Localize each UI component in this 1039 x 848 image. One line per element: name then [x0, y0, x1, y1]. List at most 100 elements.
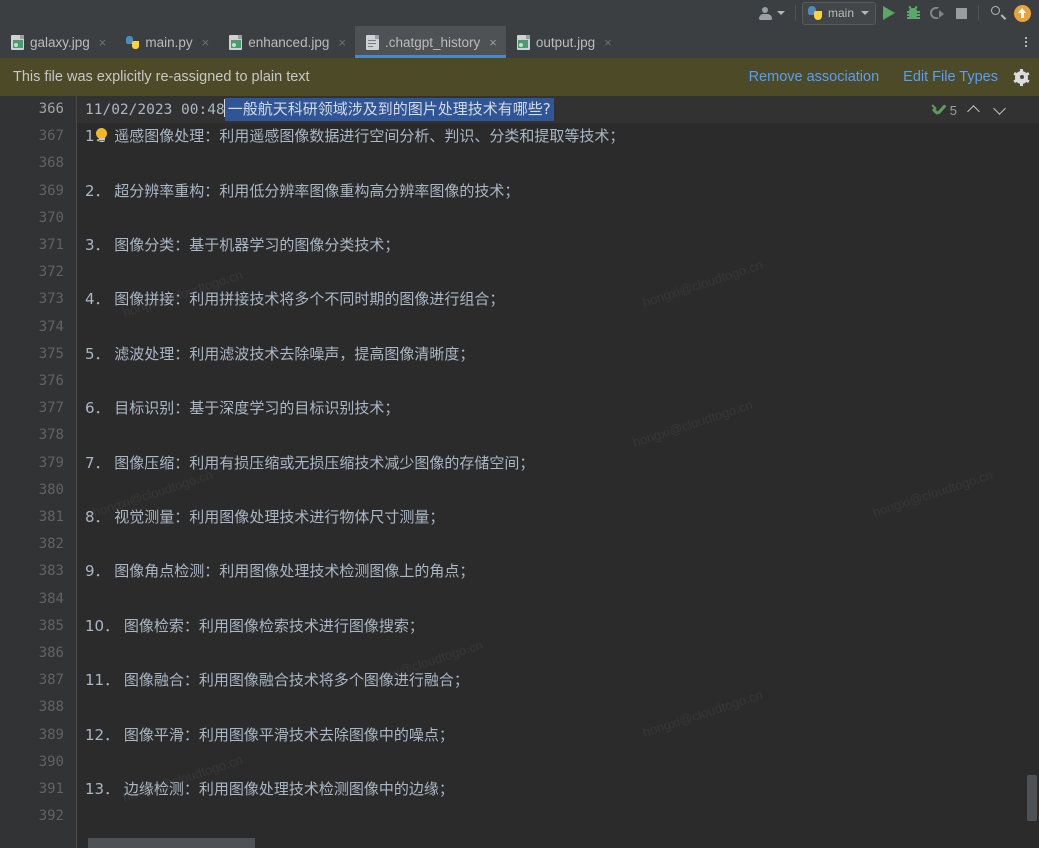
code-line[interactable]: [77, 205, 1039, 232]
code-line[interactable]: [77, 640, 1039, 667]
tab-close-icon[interactable]: ×: [202, 36, 210, 49]
line-number: 376: [39, 368, 64, 395]
code-line-text: 3． 图像分类：基于机器学习的图像分类技术；: [85, 232, 399, 259]
message-timestamp: 11/02/2023 00:48: [85, 102, 225, 118]
stop-button[interactable]: [950, 2, 972, 24]
code-line[interactable]: 10． 图像检索：利用图像检索技术进行图像搜索；: [77, 613, 1039, 640]
edit-file-types-link[interactable]: Edit File Types: [903, 69, 998, 85]
line-number: 385: [39, 613, 64, 640]
text-editor[interactable]: 366 367 368 369 370 371 372 373 374 375 …: [0, 96, 1039, 848]
inspection-widget[interactable]: 5: [931, 100, 1009, 120]
user-account-button[interactable]: [754, 2, 789, 24]
line-number: 379: [39, 450, 64, 477]
code-line[interactable]: [77, 259, 1039, 286]
code-line[interactable]: 7． 图像压缩：利用有损压缩或无损压缩技术减少图像的存储空间；: [77, 450, 1039, 477]
tab-list-options-button[interactable]: [1013, 26, 1039, 58]
tab-close-icon[interactable]: ×: [604, 36, 612, 49]
play-icon: [883, 6, 895, 20]
green-check-icon: [931, 104, 947, 117]
code-line[interactable]: [77, 368, 1039, 395]
chevron-down-icon[interactable]: [991, 101, 1009, 119]
code-line[interactable]: 9． 图像角点检测：利用图像处理技术检测图像上的角点；: [77, 558, 1039, 585]
debug-button[interactable]: [902, 2, 924, 24]
code-line-text: 2． 超分辨率重构：利用低分辨率图像重构高分辨率图像的技术；: [85, 178, 519, 205]
code-line[interactable]: [77, 531, 1039, 558]
code-line[interactable]: 13． 边缘检测：利用图像处理技术检测图像中的边缘；: [77, 776, 1039, 803]
code-line[interactable]: 11． 图像融合：利用图像融合技术将多个图像进行融合；: [77, 667, 1039, 694]
line-number: 373: [39, 286, 64, 313]
code-line[interactable]: [77, 422, 1039, 449]
tab-close-icon[interactable]: ×: [99, 36, 107, 49]
line-number: 375: [39, 341, 64, 368]
editor-tab-main-py[interactable]: main.py ×: [115, 26, 218, 58]
line-number: 366: [39, 96, 64, 123]
code-line[interactable]: 4． 图像拼接：利用拼接技术将多个不同时期的图像进行组合；: [77, 286, 1039, 313]
code-line[interactable]: [77, 150, 1039, 177]
line-number: 370: [39, 205, 64, 232]
remove-association-link[interactable]: Remove association: [749, 69, 880, 85]
code-line[interactable]: 11/02/2023 00:48一般航天科研领域涉及到的图片处理技术有哪些?: [77, 96, 1039, 123]
run-button[interactable]: [878, 2, 900, 24]
toolbar-divider: [795, 5, 796, 21]
code-line[interactable]: [77, 477, 1039, 504]
editor-tab-chatgpt-history[interactable]: .chatgpt_history ×: [355, 26, 506, 58]
run-configuration-label: main: [828, 6, 854, 20]
editor-tab-enhanced-jpg[interactable]: enhanced.jpg ×: [218, 26, 355, 58]
line-number: 391: [39, 776, 64, 803]
code-line-text: 11/02/2023 00:48一般航天科研领域涉及到的图片处理技术有哪些?: [85, 96, 554, 124]
code-line[interactable]: 6． 目标识别：基于深度学习的目标识别技术；: [77, 395, 1039, 422]
editor-tab-galaxy-jpg[interactable]: galaxy.jpg ×: [0, 26, 115, 58]
code-line-text: 6． 目标识别：基于深度学习的目标识别技术；: [85, 395, 399, 422]
chevron-down-icon: [777, 11, 785, 15]
line-number: 389: [39, 722, 64, 749]
tab-label: .chatgpt_history: [385, 35, 480, 50]
arrow-up-circle-icon: [1014, 5, 1031, 22]
code-line[interactable]: 8． 视觉测量：利用图像处理技术进行物体尺寸测量；: [77, 504, 1039, 531]
chevron-up-icon[interactable]: [965, 101, 983, 119]
image-file-icon: [11, 35, 24, 50]
code-line[interactable]: [77, 314, 1039, 341]
run-coverage-button[interactable]: [926, 2, 948, 24]
code-line[interactable]: [77, 749, 1039, 776]
code-line-text: 12． 图像平滑：利用图像平滑技术去除图像中的噪点；: [85, 722, 454, 749]
code-line[interactable]: 3． 图像分类：基于机器学习的图像分类技术；: [77, 232, 1039, 259]
completion-popup[interactable]: [88, 838, 255, 848]
banner-message: This file was explicitly re-assigned to …: [13, 69, 310, 85]
gear-icon[interactable]: [1014, 70, 1029, 85]
run-configuration-selector[interactable]: main: [802, 2, 876, 25]
code-line-text: 5． 滤波处理：利用滤波技术去除噪声，提高图像清晰度；: [85, 341, 474, 368]
editor-tab-output-jpg[interactable]: output.jpg ×: [506, 26, 621, 58]
search-everywhere-button[interactable]: [987, 2, 1009, 24]
code-line-text: 9． 图像角点检测：利用图像处理技术检测图像上的角点；: [85, 558, 474, 585]
line-number: 368: [39, 150, 64, 177]
ide-window: main: [0, 0, 1039, 848]
line-number: 371: [39, 232, 64, 259]
code-line[interactable]: 12． 图像平滑：利用图像平滑技术去除图像中的噪点；: [77, 722, 1039, 749]
code-line[interactable]: [77, 803, 1039, 830]
image-file-icon: [229, 35, 242, 50]
line-number-gutter[interactable]: 366 367 368 369 370 371 372 373 374 375 …: [0, 96, 77, 848]
tab-close-icon[interactable]: ×: [338, 36, 346, 49]
banner-actions: Remove association Edit File Types: [725, 69, 1029, 85]
image-file-icon: [517, 35, 530, 50]
code-line[interactable]: [77, 694, 1039, 721]
python-file-icon: [126, 35, 139, 50]
code-line[interactable]: [77, 586, 1039, 613]
line-number: 380: [39, 477, 64, 504]
text-file-icon: [366, 35, 379, 50]
line-number: 382: [39, 531, 64, 558]
code-content[interactable]: 11/02/2023 00:48一般航天科研领域涉及到的图片处理技术有哪些? 1…: [77, 96, 1039, 848]
main-toolbar: main: [0, 0, 1039, 26]
code-line[interactable]: 2． 超分辨率重构：利用低分辨率图像重构高分辨率图像的技术；: [77, 178, 1039, 205]
intention-bulb-icon[interactable]: [95, 128, 108, 143]
file-association-banner: This file was explicitly re-assigned to …: [0, 58, 1039, 96]
tab-label: main.py: [145, 35, 192, 50]
tab-close-icon[interactable]: ×: [489, 36, 497, 49]
code-line[interactable]: 5． 滤波处理：利用滤波技术去除噪声，提高图像清晰度；: [77, 341, 1039, 368]
coverage-icon: [930, 6, 944, 20]
line-number: 372: [39, 259, 64, 286]
vertical-scrollbar-thumb[interactable]: [1027, 775, 1037, 821]
code-line[interactable]: 1． 遥感图像处理：利用遥感图像数据进行空间分析、判识、分类和提取等技术；: [77, 123, 1039, 150]
line-number: 388: [39, 694, 64, 721]
update-button[interactable]: [1011, 2, 1033, 24]
